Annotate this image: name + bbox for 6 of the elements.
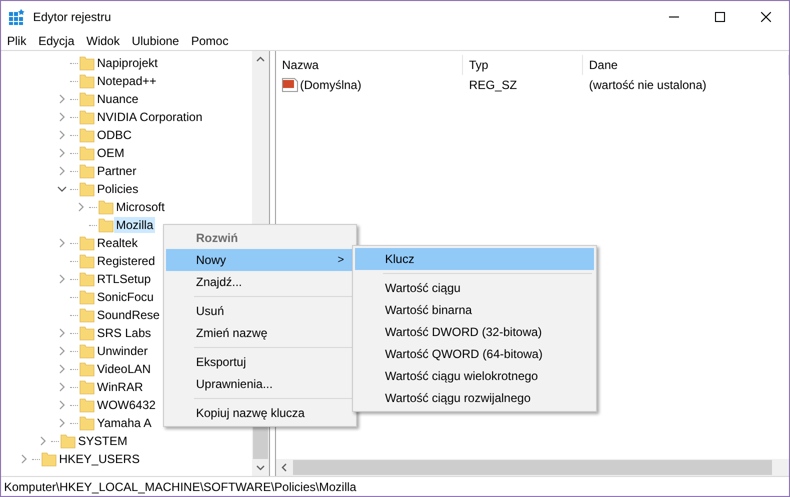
table-cell-text: REG_SZ bbox=[468, 77, 518, 94]
table-cell-text: (wartość nie ustalona) bbox=[588, 77, 708, 94]
table-cell: (Domyślna) bbox=[276, 75, 463, 95]
status-path: Komputer\HKEY_LOCAL_MACHINE\SOFTWARE\Policies\Mozilla bbox=[4, 480, 356, 494]
submenu-arrow: > bbox=[338, 254, 344, 266]
window-title: Edytor rejestru bbox=[33, 10, 112, 24]
